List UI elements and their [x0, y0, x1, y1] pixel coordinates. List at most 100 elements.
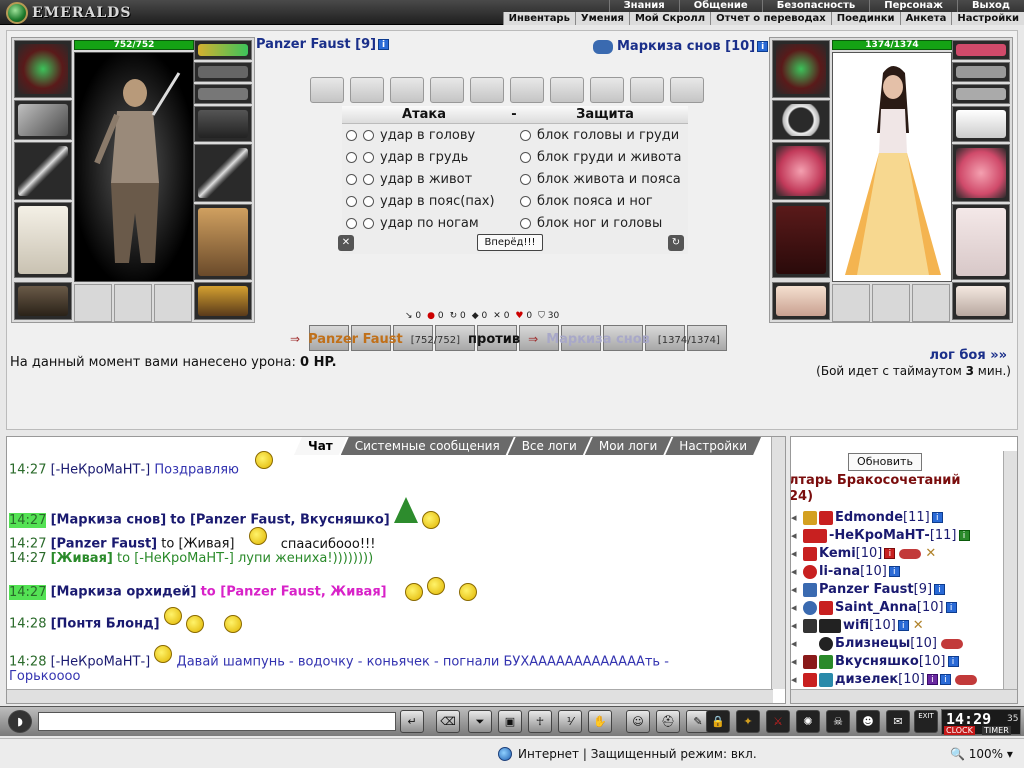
private-arrow-icon[interactable]: ◂ [791, 583, 803, 596]
empty-slot[interactable] [832, 284, 870, 322]
send-icon[interactable]: ↵ [400, 710, 424, 733]
belt-slot[interactable] [14, 282, 72, 320]
opp-weapon-left-slot[interactable] [772, 142, 830, 200]
cancel-icon[interactable]: ✕ [338, 235, 354, 251]
chat-nick[interactable]: [Маркиза орхидей] [51, 585, 197, 600]
info-icon[interactable]: i [884, 548, 896, 559]
private-arrow-icon[interactable]: ◂ [791, 619, 803, 632]
chat-horizontal-scrollbar[interactable] [7, 689, 773, 703]
scroll-slot[interactable] [670, 77, 704, 103]
player-name[interactable]: Panzer Faust [9] i [256, 37, 390, 52]
menu-knowledge[interactable]: Знания [608, 0, 679, 12]
empty-slot[interactable] [114, 284, 152, 322]
opp-helmet-slot[interactable] [772, 40, 830, 98]
filter-icon[interactable]: ⏷ [468, 710, 492, 733]
player-name[interactable]: Вкусняшко [835, 654, 919, 669]
scroll-slot[interactable] [630, 77, 664, 103]
opp-ring-slot-3[interactable] [952, 84, 1010, 104]
attack-option-belly[interactable]: удар в живот [346, 168, 472, 190]
chat-recipient[interactable]: to [Panzer Faust, Живая] [201, 585, 387, 600]
chat-nick[interactable]: [Живая] [51, 551, 113, 566]
opp-gloves-slot[interactable] [952, 106, 1010, 142]
player-row[interactable]: ◂ Kemi [10] i ✕ [791, 545, 936, 562]
defense-radio[interactable] [520, 151, 531, 163]
defense-option-4[interactable]: блок пояса и ног [520, 190, 653, 212]
empty-slot[interactable] [154, 284, 192, 322]
player-row[interactable]: ◂ Panzer Faust [9] i [791, 581, 946, 598]
private-arrow-icon[interactable]: ◂ [791, 565, 803, 578]
player-name[interactable]: wifi [843, 618, 869, 633]
dance-icon[interactable]: ☥ [528, 710, 552, 733]
submenu-duels[interactable]: Поединки [830, 12, 900, 25]
submenu-skills[interactable]: Умения [574, 12, 629, 25]
opp-belt-slot[interactable] [772, 282, 830, 320]
opp-ring-slot-2[interactable] [952, 62, 1010, 82]
ring-slot-1[interactable] [194, 40, 252, 60]
ring-slot-3[interactable] [194, 84, 252, 104]
defense-option-3[interactable]: блок живота и пояса [520, 168, 681, 190]
scroll-slot[interactable] [590, 77, 624, 103]
refresh-icon[interactable]: ↻ [668, 235, 684, 251]
timer-label[interactable]: TIMER [982, 726, 1011, 735]
scroll-slot[interactable] [390, 77, 424, 103]
attack-radio-1[interactable] [346, 173, 357, 185]
attack-option-head[interactable]: удар в голову [346, 124, 475, 146]
player-row[interactable]: ◂ Близнецы [10] [791, 635, 963, 652]
info-icon[interactable]: i [378, 39, 390, 50]
chat-nick[interactable]: [-НеКроМаНТ-] [51, 463, 151, 478]
attack-radio-2[interactable] [363, 151, 374, 163]
private-arrow-icon[interactable]: ◂ [791, 511, 803, 524]
private-arrow-icon[interactable]: ◂ [791, 601, 803, 614]
chat-nick[interactable]: [-НеКроМаНТ-] [51, 655, 151, 670]
menu-communication[interactable]: Общение [678, 0, 762, 12]
attack-radio-1[interactable] [346, 151, 357, 163]
player-name[interactable]: дизелек [835, 672, 898, 687]
refresh-button[interactable]: Обновить [848, 453, 922, 471]
vs-player-name[interactable]: Panzer Faust [308, 332, 403, 347]
submenu-my-scroll[interactable]: Мой Скролл [628, 12, 710, 25]
opp-armor-slot[interactable] [772, 202, 830, 278]
info-icon[interactable]: i [934, 584, 946, 595]
chat-recipient[interactable]: to [-НеКроМаНТ-] [117, 551, 234, 566]
menu-character[interactable]: Персонаж [869, 0, 957, 12]
submenu-transfer-report[interactable]: Отчет о переводах [710, 12, 831, 25]
attack-radio-1[interactable] [346, 217, 357, 229]
skull-icon[interactable]: ☠ [826, 710, 850, 733]
defense-radio[interactable] [520, 195, 531, 207]
player-portrait[interactable] [74, 52, 194, 282]
attack-radio-2[interactable] [363, 195, 374, 207]
boots-slot[interactable] [194, 282, 252, 320]
amulet-slot[interactable] [14, 100, 72, 140]
players-horizontal-scrollbar[interactable] [791, 689, 1017, 703]
info-icon[interactable]: i [947, 656, 959, 667]
player-name[interactable]: li-ana [819, 564, 860, 579]
chat-vertical-scrollbar[interactable] [771, 437, 785, 689]
attack-option-waist[interactable]: удар в пояс(пах) [346, 190, 495, 212]
magic-icon[interactable]: ✺ [796, 710, 820, 733]
player-name[interactable]: -НеКроМаНТ- [829, 528, 930, 543]
player-row[interactable]: ◂ wifi [10] i ✕ [791, 617, 924, 634]
scroll-slot[interactable] [310, 77, 344, 103]
player-name[interactable]: Edmonde [835, 510, 903, 525]
scroll-slot[interactable] [470, 77, 504, 103]
tab-chat[interactable]: Чат [294, 437, 347, 455]
attack-radio-1[interactable] [346, 195, 357, 207]
player-row[interactable]: ◂ Вкусняшко [10] i [791, 653, 959, 670]
opp-legs-slot[interactable] [952, 204, 1010, 280]
chat-nick[interactable]: [Маркиза снов] [51, 513, 167, 528]
player-row[interactable]: ◂ li-ana [10] i [791, 563, 900, 580]
smiley-picker-icon[interactable]: ☺ [626, 710, 650, 733]
forward-button[interactable]: Вперёд!!! [477, 234, 543, 251]
private-arrow-icon[interactable]: ◂ [791, 529, 803, 542]
info-icon[interactable]: i [939, 674, 951, 685]
chat-message-input[interactable] [38, 712, 396, 731]
submenu-inventory[interactable]: Инвентарь [502, 12, 575, 25]
info-icon[interactable]: i [926, 674, 938, 685]
private-arrow-icon[interactable]: ◂ [791, 547, 803, 560]
opp-boots-slot[interactable] [952, 282, 1010, 320]
info-icon[interactable]: i [958, 530, 970, 541]
battle-log-link[interactable]: лог боя »» [930, 348, 1007, 363]
player-name[interactable]: Panzer Faust [819, 582, 914, 597]
page-icon[interactable]: ⅟ [558, 710, 582, 733]
attack-radio-2[interactable] [363, 173, 374, 185]
